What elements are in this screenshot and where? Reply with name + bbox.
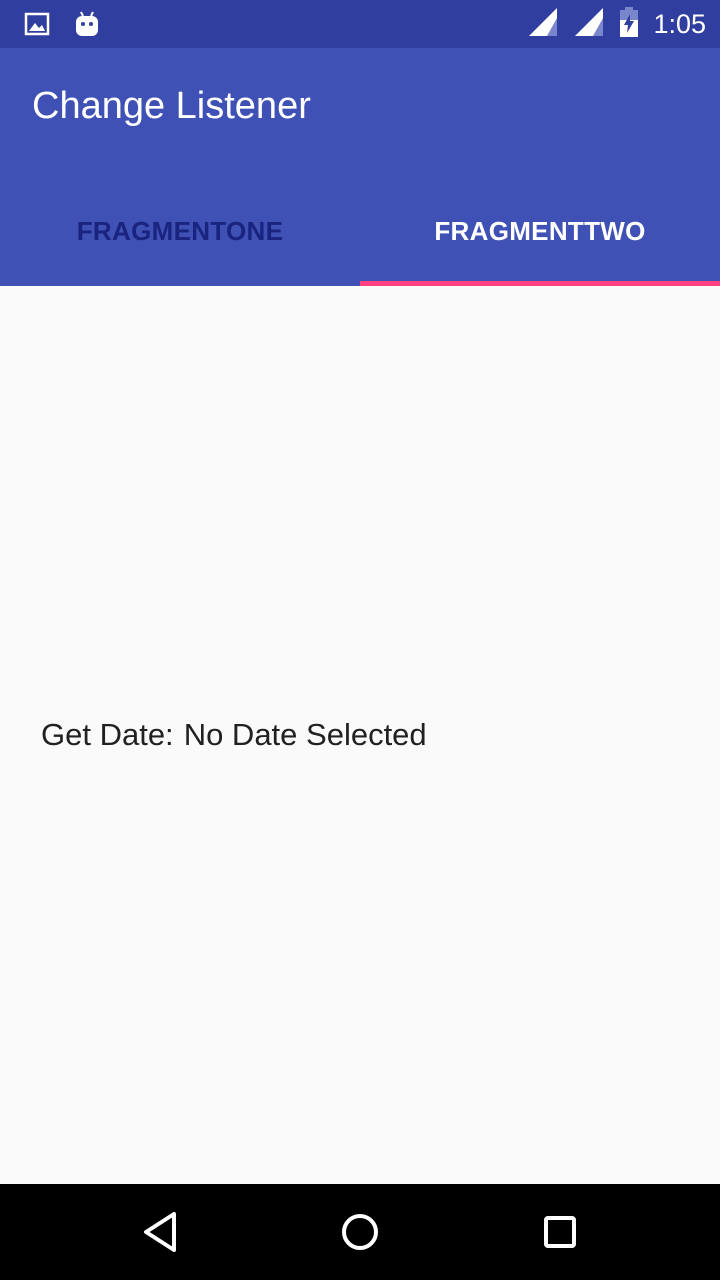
back-icon bbox=[144, 1212, 176, 1252]
back-button[interactable] bbox=[136, 1208, 184, 1256]
tab-fragmentone[interactable]: FRAGMENTONE bbox=[0, 176, 360, 286]
recents-button[interactable] bbox=[536, 1208, 584, 1256]
signal-icon bbox=[527, 6, 559, 43]
home-icon bbox=[342, 1214, 378, 1250]
app-bar: Change Listener FRAGMENTONE FRAGMENTTWO bbox=[0, 48, 720, 286]
status-right-icons: 1:05 bbox=[527, 6, 706, 42]
date-value: No Date Selected bbox=[183, 717, 427, 752]
app-title: Change Listener bbox=[32, 85, 311, 127]
navigation-bar bbox=[0, 1184, 720, 1280]
image-icon bbox=[24, 11, 50, 42]
tab-fragmenttwo[interactable]: FRAGMENTTWO bbox=[360, 176, 720, 286]
date-row: Get Date: No Date Selected bbox=[41, 716, 427, 754]
screen: 1:05 Change Listener FRAGMENTONE FRAGMEN… bbox=[0, 0, 720, 1280]
date-label: Get Date: bbox=[41, 717, 174, 752]
status-left-icons bbox=[24, 10, 100, 43]
home-button[interactable] bbox=[336, 1208, 384, 1256]
status-bar: 1:05 bbox=[0, 0, 720, 48]
tab-label: FRAGMENTONE bbox=[76, 215, 284, 246]
fragment-content: Get Date: No Date Selected bbox=[0, 286, 720, 1184]
tab-label: FRAGMENTTWO bbox=[434, 215, 646, 246]
android-icon bbox=[74, 10, 100, 43]
status-time: 1:05 bbox=[653, 9, 706, 39]
battery-charging-icon bbox=[619, 6, 639, 43]
tab-bar: FRAGMENTONE FRAGMENTTWO bbox=[0, 176, 720, 286]
recents-icon bbox=[544, 1216, 576, 1248]
signal-icon bbox=[573, 6, 605, 43]
